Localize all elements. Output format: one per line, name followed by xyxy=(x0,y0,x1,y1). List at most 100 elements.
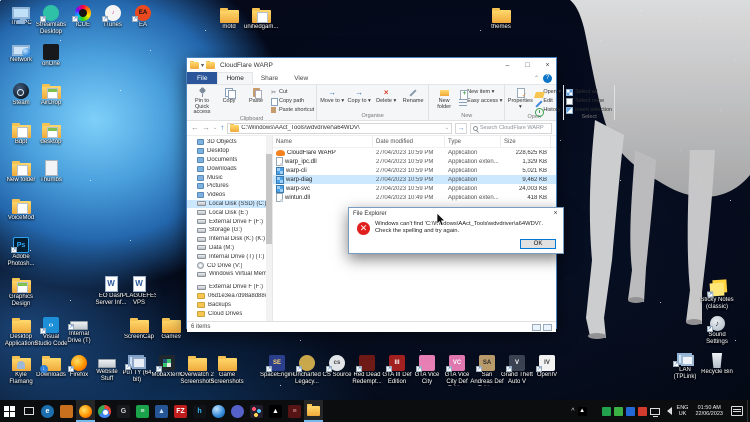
nav-item-desktop[interactable]: Desktop xyxy=(187,147,272,156)
dialog-close-icon[interactable]: × xyxy=(548,208,563,219)
file-row-warp-cli[interactable]: warp-cli27/04/2023 10:59 PMApplication5,… xyxy=(273,166,556,175)
ribbon-button-cut[interactable]: ✂Cut xyxy=(270,88,314,96)
taskbar-button-molecule[interactable] xyxy=(247,400,266,422)
thumbnail-view-icon[interactable] xyxy=(543,324,552,331)
taskbar-button-filezilla[interactable]: FZ xyxy=(171,400,190,422)
qat-folder-icon[interactable] xyxy=(206,62,215,69)
taskbar-button-firefox[interactable] xyxy=(76,400,95,422)
column-header-date-modified[interactable]: Date modified xyxy=(373,136,445,147)
ribbon-button-select-all[interactable]: Select all xyxy=(566,88,612,96)
desktop-icon-desktop[interactable]: desktop xyxy=(36,122,66,146)
nav-item-cloud-drives[interactable]: Cloud Drives xyxy=(187,309,272,318)
language-indicator[interactable]: ENG UK xyxy=(674,400,692,422)
ribbon-button-paste-shortcut[interactable]: Paste shortcut xyxy=(270,106,314,114)
tray-tray-green-2[interactable] xyxy=(614,407,623,416)
desktop-icon-openiv[interactable]: IV↗OpenIV xyxy=(532,355,562,379)
nav-item-downloads[interactable]: Downloads xyxy=(187,164,272,173)
nav-item-local-disk-ssd-c[interactable]: Local Disk (SSD) (C:) xyxy=(187,200,272,209)
desktop-icon-network[interactable]: Network xyxy=(6,44,36,64)
file-row-cloudflare-warp[interactable]: CloudFlare WARP27/04/2023 10:59 PMApplic… xyxy=(273,148,556,157)
nav-item-external-drive-f-f[interactable]: External Drive F (F:) xyxy=(187,283,272,292)
file-row-wintun-dll[interactable]: wintun.dll27/04/2023 10:49 PMApplication… xyxy=(273,193,556,202)
address-bar[interactable]: C:\Windows\AAct_Tools\wdvdriver\a64WDV\ … xyxy=(227,123,452,134)
close-button[interactable]: × xyxy=(539,58,556,72)
ribbon-button-new-item[interactable]: New item ▾ xyxy=(458,88,502,96)
desktop-icon-putty-64-bit[interactable]: ↗PuTTY (64 bit) xyxy=(122,355,152,384)
nav-item-videos[interactable]: Videos xyxy=(187,191,272,200)
nav-item-windows-virtual-memory[interactable]: Windows Virtual Memory ( xyxy=(187,270,272,279)
file-row-warp-ipc-dll[interactable]: warp_ipc.dll27/04/2023 10:59 PMApplicati… xyxy=(273,157,556,166)
desktop-icon-graphics-design[interactable]: Graphics Design xyxy=(6,277,36,308)
details-view-icon[interactable] xyxy=(532,324,541,331)
desktop-icon-streamlabs-desktop[interactable]: ↗Streamlabs Desktop xyxy=(36,5,66,36)
desktop-icon-games[interactable]: Games xyxy=(156,317,186,341)
taskbar-button-globe[interactable] xyxy=(209,400,228,422)
ribbon-button-properties[interactable]: Properties ▾ xyxy=(507,86,533,110)
desktop-icon-unifiedgam[interactable]: unifiedgam... xyxy=(246,7,276,31)
taskbar-button-hitfilm[interactable]: h xyxy=(190,400,209,422)
dialog-titlebar[interactable]: File Explorer × xyxy=(349,208,563,219)
up-icon[interactable]: ↑ xyxy=(220,124,224,132)
desktop-icon-motd[interactable]: motd xyxy=(214,7,244,31)
desktop-icon-bdpt[interactable]: Bdpt xyxy=(6,122,36,146)
taskbar-button-green-app[interactable]: ≡ xyxy=(133,400,152,422)
go-refresh-button[interactable]: → xyxy=(455,123,467,134)
desktop-icon-this-pc[interactable]: This PC xyxy=(6,5,36,27)
desktop-icon-internal-drive-t[interactable]: ↗Internal Drive (T) xyxy=(64,317,94,345)
desktop-icon-steam[interactable]: Steam xyxy=(6,83,36,107)
desktop-icon-themes[interactable]: themes xyxy=(486,7,516,31)
ribbon-button-easy-access[interactable]: Easy access ▾ xyxy=(458,97,502,105)
desktop-icon-ea[interactable]: EA↗EA xyxy=(128,5,158,29)
column-header-type[interactable]: Type xyxy=(445,136,501,147)
desktop-icon-airdrop[interactable]: AirDrop xyxy=(36,83,66,107)
taskbar-button-start[interactable] xyxy=(0,400,19,422)
tray-chevron-up[interactable]: ^ xyxy=(571,408,574,415)
column-header-size[interactable]: Size xyxy=(501,136,551,147)
ok-button[interactable]: OK xyxy=(520,239,556,249)
nav-item-local-disk-e[interactable]: Local Disk (E:) xyxy=(187,208,272,217)
collapse-ribbon-icon[interactable]: ⌃ xyxy=(530,72,543,84)
desktop-icon-mobaxterm[interactable]: ↗MobaXterm xyxy=(152,355,182,379)
desktop-icon-overwatch-2-screenshots[interactable]: Overwatch 2 Screenshots xyxy=(182,355,212,386)
address-dropdown-icon[interactable]: ⌄ xyxy=(445,126,449,131)
taskbar-button-edge[interactable]: e xyxy=(38,400,57,422)
desktop-icon-screencap[interactable]: ScreenCap xyxy=(124,317,154,341)
desktop-icon-spaceengine[interactable]: SE↗SpaceEngine xyxy=(262,355,292,379)
taskbar-button-task-view[interactable] xyxy=(19,400,38,422)
tray-tray-mountain[interactable]: ▲ xyxy=(578,407,587,416)
desktop-icon-plaguefest-vps[interactable]: WPLAGUEFEST VPS xyxy=(124,276,154,307)
desktop-icon-thumbs[interactable]: Thumbs xyxy=(36,160,66,184)
qat-customize-icon[interactable]: ▾ xyxy=(201,62,204,69)
ribbon-button-open[interactable]: Open ▾ xyxy=(534,88,561,96)
desktop-icon-itunes[interactable]: ♪↗iTunes xyxy=(98,5,128,29)
taskbar-clock[interactable]: 01:50 AM 22/06/2023 xyxy=(691,400,727,422)
desktop-icon-gta-vice-city[interactable]: ↗GTA Vice City xyxy=(412,355,442,386)
desktop-icon-icue[interactable]: ↗iCUE xyxy=(68,5,98,29)
address-path[interactable]: C:\Windows\AAct_Tools\wdvdriver\a64WDV\ xyxy=(241,125,443,131)
ribbon-button-new-folder[interactable]: New folder xyxy=(431,86,457,110)
taskbar-button-orange-app[interactable] xyxy=(57,400,76,422)
explorer-titlebar[interactable]: ▾ CloudFlare WARP – □ × xyxy=(187,58,556,72)
desktop-icon-voicemod[interactable]: VoiceMod xyxy=(6,198,36,222)
action-center-icon[interactable] xyxy=(731,406,743,416)
maximize-button[interactable]: □ xyxy=(519,58,536,72)
desktop-icon-desktop-applications[interactable]: Desktop Applications xyxy=(6,317,36,348)
ribbon-button-invert-selection[interactable]: Invert selection xyxy=(566,106,612,114)
desktop-icon-cs-source[interactable]: cs↗CS Source xyxy=(322,355,352,379)
minimize-button[interactable]: – xyxy=(499,58,516,72)
desktop-icon-sound-settings[interactable]: ♪↗Sound Settings xyxy=(702,316,732,346)
file-row-warp-diag[interactable]: warp-diag27/04/2023 10:59 PMApplication9… xyxy=(273,175,556,184)
nav-item-data-m[interactable]: Data (M:) xyxy=(187,244,272,253)
column-header-name[interactable]: Name xyxy=(273,136,373,147)
desktop-icon-gta-iii-def-edition[interactable]: III↗GTA III Def Edition xyxy=(382,355,412,386)
desktop-icon-new-folder[interactable]: New folder xyxy=(6,160,36,184)
nav-scrollbar-thumb[interactable] xyxy=(266,154,272,244)
file-row-warp-svc[interactable]: warp-svc27/04/2023 10:59 PMApplication24… xyxy=(273,184,556,193)
nav-item-06d1e3ea7d98a8d88c6052fe[interactable]: 06d1e3ea7d98a8d88c6052fe xyxy=(187,292,272,301)
nav-item-cd-drive-v[interactable]: CD Drive (V:) xyxy=(187,261,272,270)
desktop-icon-kyle-flamang[interactable]: Kyle Flamang xyxy=(6,355,36,386)
nav-item-pictures[interactable]: Pictures xyxy=(187,182,272,191)
search-box[interactable]: Search CloudFlare WARP xyxy=(470,123,552,134)
forward-icon[interactable]: → xyxy=(202,124,210,132)
tray-tray-blue[interactable] xyxy=(626,407,635,416)
